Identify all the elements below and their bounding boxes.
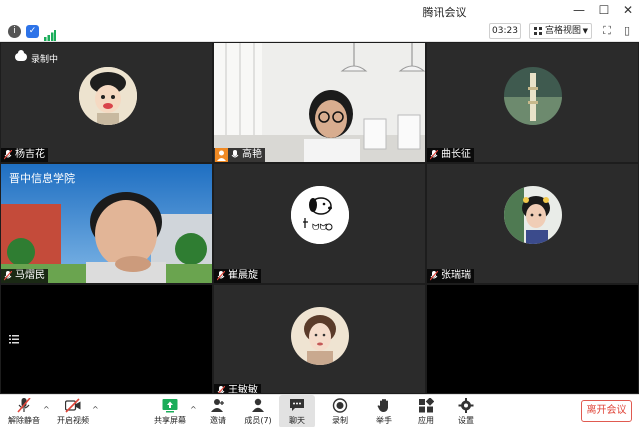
- record-button[interactable]: 录制: [322, 395, 358, 427]
- gear-icon: [458, 398, 474, 413]
- list-menu-icon[interactable]: [9, 329, 19, 344]
- meeting-window: 腾讯会议 — ☐ ✕ i ✓ 03:23 宫格视图 ▼ ⛶ ▯ 录制中 杨吉花 …: [0, 0, 639, 427]
- sidebar-toggle-icon[interactable]: ▯: [620, 24, 634, 38]
- participant-name-tag: 曲长征: [427, 148, 474, 162]
- participant-tile[interactable]: ᗢᗢ 崔晨旋: [214, 164, 425, 283]
- svg-text:ᗢᗢ: ᗢᗢ: [312, 223, 327, 233]
- participant-name-tag: 杨吉花: [1, 148, 48, 162]
- add-user-icon: [211, 399, 224, 412]
- hand-icon: [377, 399, 388, 412]
- participant-name-tag: 高艳: [214, 148, 265, 162]
- start-video-label: 开启视频: [57, 416, 89, 425]
- apps-label: 应用: [418, 416, 434, 425]
- members-button[interactable]: 成员(7): [239, 395, 277, 427]
- mic-muted-icon: [217, 271, 225, 281]
- close-icon[interactable]: ✕: [620, 2, 636, 18]
- view-mode-select[interactable]: 宫格视图 ▼: [529, 23, 592, 39]
- recording-indicator: 录制中: [15, 50, 59, 65]
- share-screen-button[interactable]: 共享屏幕: [152, 395, 188, 427]
- mic-muted-icon: [430, 271, 438, 281]
- participant-name-tag: 崔晨旋: [214, 269, 261, 283]
- recording-label: 录制中: [31, 55, 59, 65]
- fullscreen-icon[interactable]: ⛶: [600, 24, 614, 38]
- view-mode-label: 宫格视图: [545, 26, 582, 36]
- members-label: 成员(7): [244, 416, 272, 425]
- avatar: [504, 67, 562, 125]
- avatar: [504, 186, 562, 244]
- participant-tile[interactable]: 曲长征: [427, 43, 638, 162]
- chat-label: 聊天: [289, 416, 305, 425]
- cloud-record-icon: [15, 50, 27, 61]
- share-screen-icon: [162, 399, 178, 413]
- mic-muted-icon: [430, 150, 438, 160]
- members-icon: [252, 398, 264, 412]
- participant-tile[interactable]: [1, 285, 212, 393]
- signal-icon[interactable]: [44, 26, 56, 41]
- participant-name: 杨吉花: [15, 149, 45, 160]
- camera-off-icon: [65, 398, 81, 413]
- participant-name: 马熠民: [15, 270, 45, 281]
- shield-icon[interactable]: ✓: [26, 25, 39, 38]
- window-title: 腾讯会议: [422, 6, 467, 19]
- avatar: [291, 307, 349, 365]
- participant-tile[interactable]: 录制中 杨吉花: [1, 43, 212, 162]
- maximize-icon[interactable]: ☐: [596, 2, 612, 18]
- meeting-topbar: i ✓ 03:23 宫格视图 ▼ ⛶ ▯: [0, 21, 639, 42]
- participant-name-tag: 马熠民: [1, 269, 48, 283]
- minimize-icon[interactable]: —: [571, 2, 587, 18]
- mic-muted-icon: [17, 398, 31, 413]
- raise-hand-label: 举手: [376, 416, 392, 425]
- invite-label: 邀请: [210, 416, 226, 425]
- apps-icon: [419, 398, 434, 413]
- caret-down-icon: ▼: [582, 27, 588, 35]
- raise-hand-button[interactable]: 举手: [366, 395, 402, 427]
- participant-name: 崔晨旋: [228, 270, 258, 281]
- share-screen-label: 共享屏幕: [154, 416, 186, 425]
- participant-tile[interactable]: 张瑞瑞: [427, 164, 638, 283]
- avatar: [79, 67, 137, 125]
- chevron-up-icon[interactable]: ^: [43, 405, 50, 414]
- mic-icon: [231, 150, 239, 158]
- avatar: ᗢᗢ: [291, 186, 349, 244]
- participant-name: 王敏敏: [228, 385, 258, 393]
- chevron-up-icon[interactable]: ^: [92, 405, 99, 414]
- chat-icon: [290, 399, 304, 411]
- invite-button[interactable]: 邀请: [200, 395, 236, 427]
- settings-button[interactable]: 设置: [448, 395, 484, 427]
- grid-view-icon: [534, 27, 542, 35]
- host-badge-icon: [215, 148, 228, 162]
- svg-text:晋中信息学院: 晋中信息学院: [9, 171, 75, 185]
- mic-muted-icon: [217, 386, 225, 393]
- chat-button[interactable]: 聊天: [279, 395, 315, 427]
- title-bar: 腾讯会议 — ☐ ✕: [0, 0, 639, 21]
- start-video-button[interactable]: 开启视频: [54, 395, 92, 427]
- mic-muted-icon: [4, 150, 12, 160]
- participant-tile[interactable]: [427, 285, 638, 393]
- participant-name: 高艳: [242, 149, 262, 160]
- record-label: 录制: [332, 416, 348, 425]
- participant-tile[interactable]: 王敏敏: [214, 285, 425, 393]
- meeting-toolbar: 解除静音 ^ 开启视频 ^ 共享屏幕 ^ 邀请 成员(7) 聊天 录制 举手 应…: [0, 394, 639, 427]
- settings-label: 设置: [458, 416, 474, 425]
- participant-name: 张瑞瑞: [441, 270, 471, 281]
- video-feed: [214, 43, 425, 162]
- mic-muted-icon: [4, 271, 12, 281]
- participant-tile[interactable]: 高艳: [214, 43, 425, 162]
- apps-button[interactable]: 应用: [408, 395, 444, 427]
- record-icon: [332, 398, 348, 413]
- participant-name-tag: 王敏敏: [214, 384, 261, 393]
- video-feed: 晋中信息学院: [1, 164, 212, 283]
- leave-meeting-button[interactable]: 离开会议: [581, 400, 632, 422]
- unmute-label: 解除静音: [8, 416, 40, 425]
- participant-tile[interactable]: 晋中信息学院 马熠民: [1, 164, 212, 283]
- info-icon[interactable]: i: [8, 25, 21, 38]
- unmute-button[interactable]: 解除静音: [5, 395, 43, 427]
- chevron-up-icon[interactable]: ^: [190, 405, 197, 414]
- meeting-timer: 03:23: [489, 23, 521, 39]
- participant-name-tag: 张瑞瑞: [427, 269, 474, 283]
- participant-name: 曲长征: [441, 149, 471, 160]
